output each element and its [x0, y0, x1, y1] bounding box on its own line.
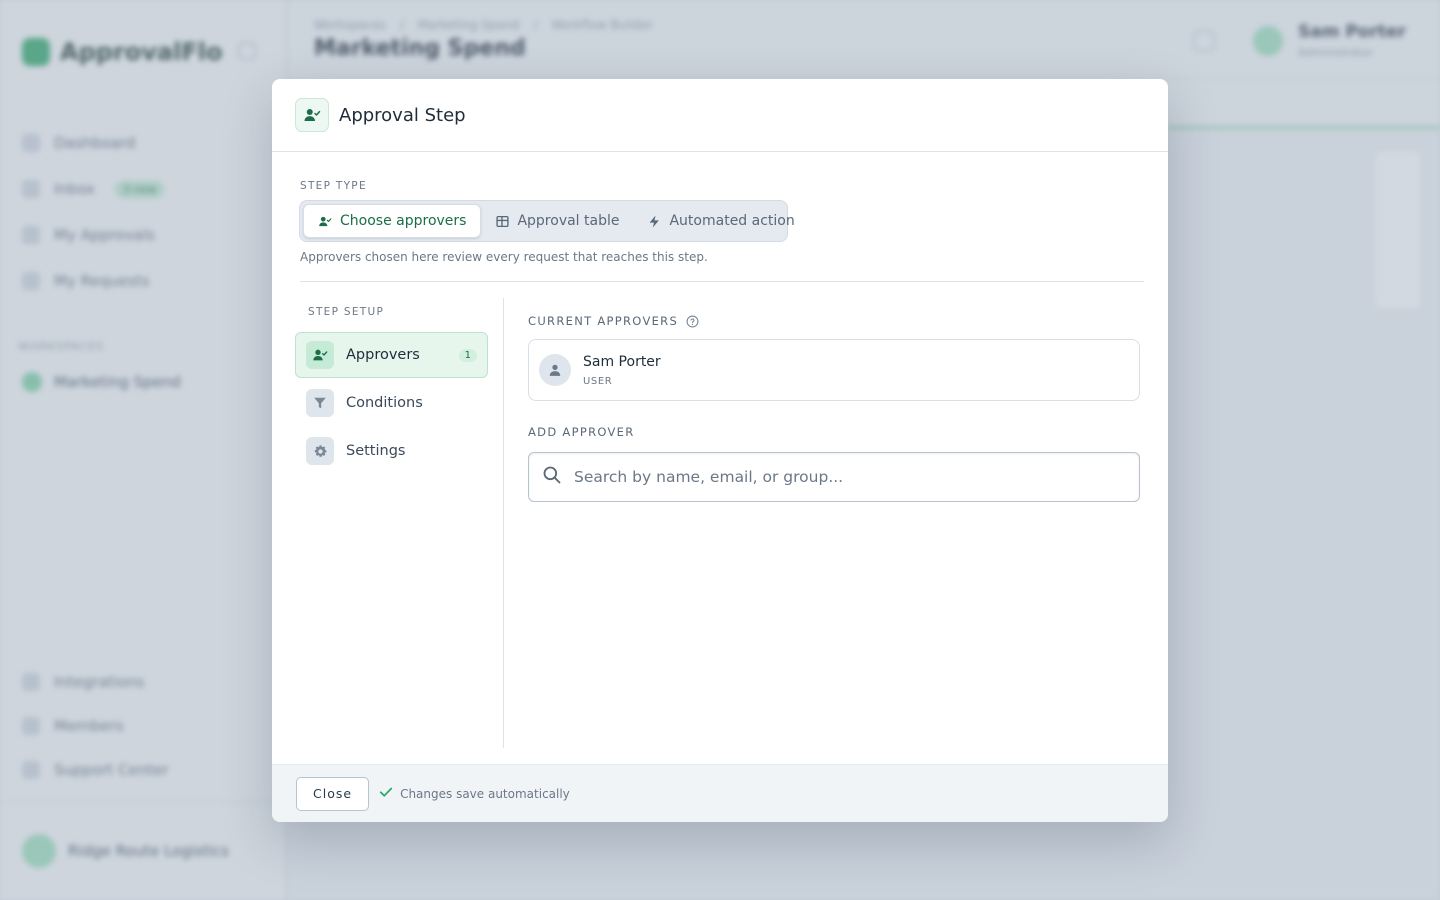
- close-button[interactable]: Close: [296, 776, 370, 811]
- step-setup-label: STEP SETUP: [308, 306, 385, 318]
- user-check-icon: [306, 341, 334, 369]
- step-type-automated-action[interactable]: Automated action: [633, 204, 808, 238]
- approval-step-modal: Approval Step STEP TYPE Choose approvers…: [272, 79, 1168, 822]
- table-icon: [495, 214, 509, 228]
- step-type-choose-approvers[interactable]: Choose approvers: [303, 204, 482, 238]
- approver-search: [528, 452, 1140, 502]
- step-setup-nav: Approvers 1 Conditions Settings: [295, 332, 488, 476]
- lightning-icon: [647, 214, 661, 228]
- current-approvers-label: CURRENT APPROVERS: [528, 314, 699, 328]
- setup-item-label: Approvers: [346, 347, 420, 363]
- autosave-status: Changes save automatically: [379, 785, 570, 802]
- step-type-hint: Approvers chosen here review every reque…: [300, 250, 708, 264]
- setup-item-conditions[interactable]: Conditions: [295, 380, 488, 426]
- setup-item-label: Conditions: [346, 395, 423, 411]
- approver-card[interactable]: Sam Porter USER: [528, 339, 1140, 401]
- step-type-label-text: Choose approvers: [340, 213, 467, 229]
- search-input[interactable]: [574, 468, 1114, 486]
- step-type-approval-table[interactable]: Approval table: [481, 204, 633, 238]
- step-type-label: STEP TYPE: [300, 180, 367, 192]
- filter-icon: [306, 389, 334, 417]
- modal-footer: Close Changes save automatically: [272, 764, 1168, 822]
- setup-item-label: Settings: [346, 443, 406, 459]
- user-check-icon: [295, 98, 329, 132]
- approver-name: Sam Porter: [583, 353, 661, 370]
- add-approver-label: ADD APPROVER: [528, 425, 635, 439]
- setup-item-approvers[interactable]: Approvers 1: [295, 332, 488, 378]
- nav-divider: [503, 298, 504, 748]
- approver-role: USER: [583, 375, 613, 387]
- approver-count-badge: 1: [458, 348, 477, 362]
- checkmark-icon: [379, 785, 393, 802]
- help-circle-icon[interactable]: [686, 315, 699, 328]
- step-type-label-text: Approval table: [517, 213, 620, 229]
- gear-icon: [306, 437, 334, 465]
- section-divider: [300, 281, 1144, 282]
- approver-info: Sam Porter USER: [583, 354, 661, 387]
- current-approvers-text: CURRENT APPROVERS: [528, 314, 679, 328]
- search-icon: [542, 465, 562, 489]
- user-check-icon: [318, 214, 332, 228]
- autosave-text: Changes save automatically: [400, 786, 570, 801]
- step-type-label-text: Automated action: [669, 213, 795, 229]
- setup-item-settings[interactable]: Settings: [295, 428, 488, 474]
- step-type-selector: Choose approvers Approval table Automate…: [299, 200, 795, 242]
- user-icon: [539, 354, 571, 386]
- modal-title: Approval Step: [339, 104, 466, 126]
- modal-header: Approval Step: [272, 79, 1168, 152]
